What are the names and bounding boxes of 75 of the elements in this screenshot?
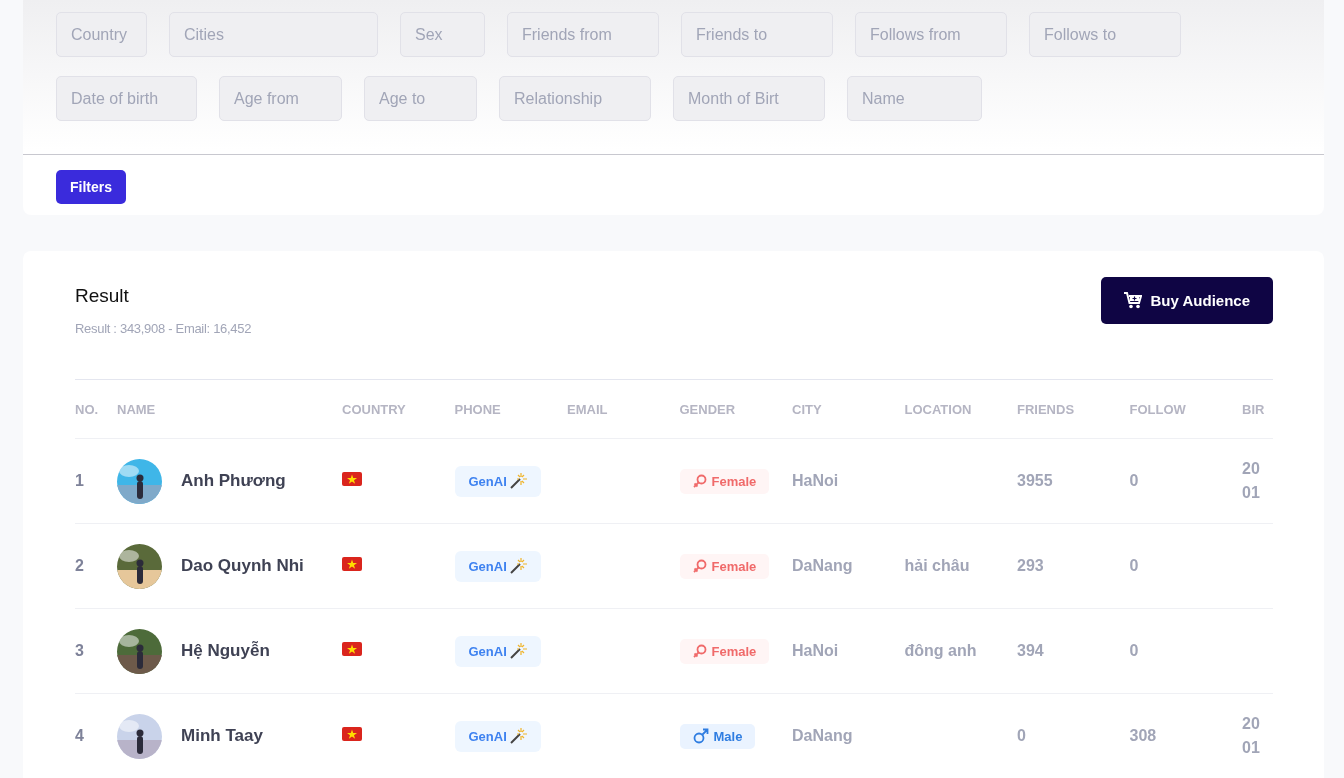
row-number: 4 <box>75 727 84 744</box>
magic-wand-icon <box>508 472 527 490</box>
row-number: 2 <box>75 557 84 574</box>
friends-count: 0 <box>1017 727 1026 744</box>
filter-field[interactable]: Name <box>847 76 982 121</box>
gender-badge: Female <box>679 553 770 579</box>
filter-field[interactable]: Sex <box>400 12 485 57</box>
gender-badge: Female <box>679 638 770 664</box>
column-header: NO. <box>75 380 117 439</box>
column-header: NAME <box>117 380 342 439</box>
row-number: 1 <box>75 472 84 489</box>
filter-field[interactable]: Date of birth <box>56 76 197 121</box>
column-header: PHONE <box>454 380 567 439</box>
female-icon <box>692 474 707 488</box>
female-icon <box>692 559 707 573</box>
city-text: HaNoi <box>792 642 839 659</box>
filter-field[interactable]: Month of Birt <box>673 76 825 121</box>
filter-field[interactable]: Age to <box>364 76 477 121</box>
follow-count: 0 <box>1129 642 1139 659</box>
column-header: BIR <box>1242 380 1273 439</box>
column-header: FRIENDS <box>1017 380 1130 439</box>
filter-field[interactable]: Cities <box>169 12 378 57</box>
result-summary: Result : 343,908 - Email: 16,452 <box>75 321 252 336</box>
city-text: DaNang <box>792 557 853 574</box>
genai-badge[interactable]: GenAI <box>454 465 541 497</box>
flag-icon <box>342 472 362 486</box>
column-header: COUNTRY <box>342 380 455 439</box>
column-header: LOCATION <box>904 380 1017 439</box>
genai-badge[interactable]: GenAI <box>454 550 541 582</box>
city-text: DaNang <box>792 727 853 744</box>
person-name: Dao Quynh Nhi <box>181 556 304 576</box>
result-title: Result <box>75 285 130 307</box>
friends-count: 293 <box>1017 557 1044 574</box>
gender-badge: Female <box>679 468 770 494</box>
birth-text: 20 <box>1242 459 1261 479</box>
filter-field[interactable]: Country <box>56 12 147 57</box>
friends-count: 394 <box>1017 642 1044 659</box>
column-header: CITY <box>792 380 905 439</box>
filters-button[interactable]: Filters <box>56 170 126 204</box>
cart-icon <box>1123 292 1142 309</box>
flag-icon <box>342 727 362 741</box>
gender-badge: Male <box>679 723 756 749</box>
filter-field[interactable]: Friends from <box>507 12 659 57</box>
genai-badge[interactable]: GenAI <box>454 635 541 667</box>
follow-count: 308 <box>1129 727 1157 744</box>
filter-field[interactable]: Follows from <box>855 12 1007 57</box>
person-name: Hệ Nguyễn <box>181 641 270 661</box>
birth-text: 01 <box>1242 738 1261 758</box>
buy-audience-button[interactable]: Buy Audience <box>1100 277 1273 324</box>
flag-icon <box>342 557 362 571</box>
column-header: FOLLOW <box>1129 380 1242 439</box>
genai-badge[interactable]: GenAI <box>454 720 541 752</box>
birth-text: 20 <box>1242 714 1261 734</box>
filter-field[interactable]: Relationship <box>499 76 651 121</box>
magic-wand-icon <box>508 727 527 745</box>
location-text: hải châu <box>904 557 970 574</box>
magic-wand-icon <box>508 642 527 660</box>
row-number: 3 <box>75 642 84 659</box>
female-icon <box>692 644 707 658</box>
magic-wand-icon <box>508 557 527 575</box>
friends-count: 3955 <box>1017 472 1053 489</box>
column-header: EMAIL <box>567 380 680 439</box>
person-name: Minh Taay <box>181 726 263 746</box>
filter-field[interactable]: Friends to <box>681 12 833 57</box>
birth-text: 01 <box>1242 483 1261 503</box>
flag-icon <box>342 642 362 656</box>
follow-count: 0 <box>1129 557 1139 574</box>
column-header: GENDER <box>679 380 792 439</box>
follow-count: 0 <box>1129 472 1139 489</box>
city-text: HaNoi <box>792 472 839 489</box>
person-name: Anh Phương <box>181 471 286 491</box>
filter-field[interactable]: Follows to <box>1029 12 1181 57</box>
filter-field[interactable]: Age from <box>219 76 342 121</box>
male-icon <box>692 728 709 744</box>
location-text: đông anh <box>904 642 977 659</box>
